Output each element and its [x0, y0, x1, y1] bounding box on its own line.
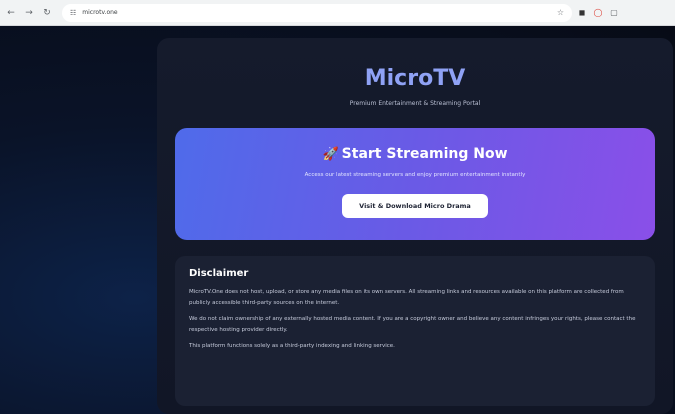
hero-subtitle: Access our latest streaming servers and …	[304, 172, 526, 178]
address-url: microtv.one	[82, 9, 118, 16]
site-info-icon[interactable]: ☷	[70, 9, 76, 17]
disclaimer-title: Disclaimer	[189, 268, 249, 279]
brand-tagline: Premium Entertainment & Streaming Portal	[349, 100, 481, 107]
back-icon[interactable]: ←	[4, 6, 18, 20]
extension-icon[interactable]: ◼	[576, 7, 588, 19]
disclaimer-paragraph: This platform functions solely as a thir…	[189, 343, 395, 349]
hero-banner: 🚀 Start Streaming Now Access our latest s…	[175, 128, 655, 240]
forward-icon[interactable]: →	[22, 6, 36, 20]
address-bar[interactable]: ☷ microtv.one ☆	[62, 3, 572, 22]
brand-title: MicroTV	[364, 66, 466, 91]
page-background: MicroTV Premium Entertainment & Streamin…	[0, 26, 675, 414]
hero-title: Start Streaming Now	[341, 146, 508, 162]
visit-download-button[interactable]: Visit & Download Micro Drama	[342, 194, 488, 218]
bookmark-star-icon[interactable]: ☆	[557, 8, 564, 17]
disclaimer-paragraph: We do not claim ownership of any externa…	[189, 316, 636, 333]
reload-icon[interactable]: ↻	[40, 6, 54, 20]
disclaimer-section: Disclaimer MicroTV.One does not host, up…	[175, 256, 655, 406]
rocket-icon: 🚀	[322, 147, 339, 162]
opera-extension-icon[interactable]: ◯	[592, 7, 604, 19]
disclaimer-paragraph: MicroTV.One does not host, upload, or st…	[189, 289, 624, 306]
main-card: MicroTV Premium Entertainment & Streamin…	[157, 38, 673, 414]
hero-title-row: 🚀 Start Streaming Now	[175, 146, 655, 162]
tab-overview-icon[interactable]: ▢	[608, 7, 620, 19]
browser-toolbar: ← → ↻ ☷ microtv.one ☆ ◼ ◯ ▢	[0, 0, 675, 26]
